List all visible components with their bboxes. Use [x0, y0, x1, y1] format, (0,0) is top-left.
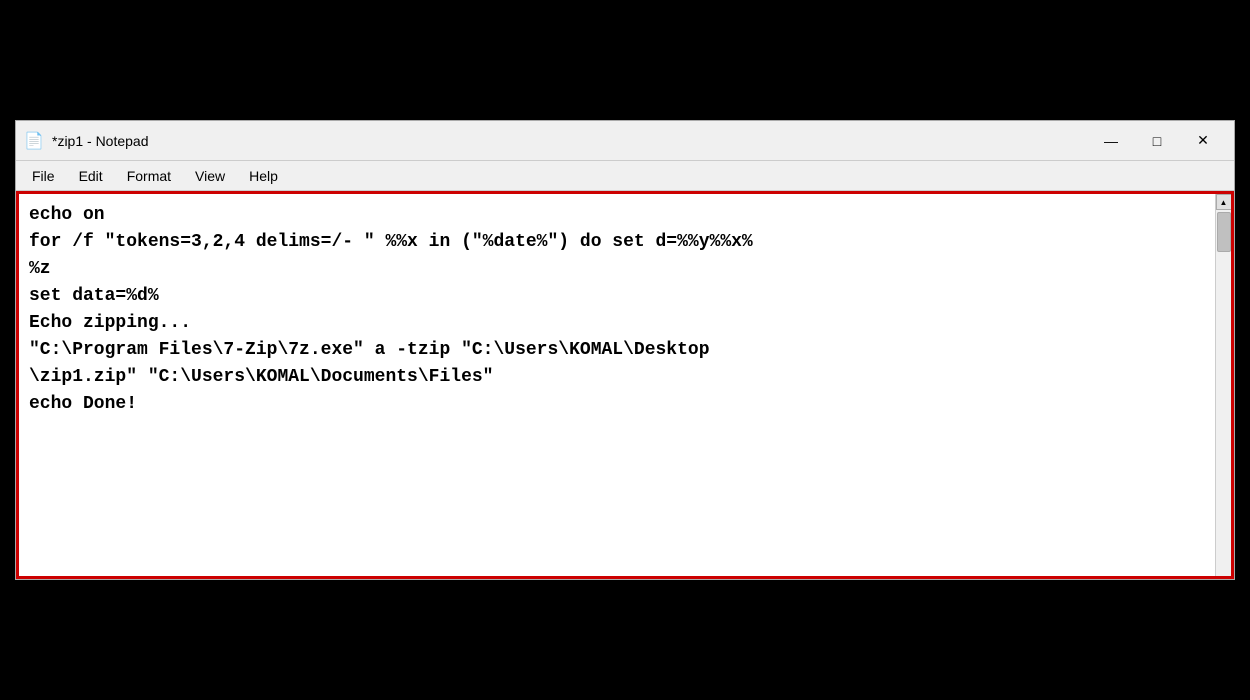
scroll-up-arrow[interactable]: ▲	[1216, 194, 1232, 210]
menu-edit[interactable]: Edit	[67, 161, 115, 190]
app-icon: 📄	[24, 131, 44, 151]
title-bar: 📄 *zip1 - Notepad — □ ✕	[16, 121, 1234, 161]
menu-bar: File Edit Format View Help	[16, 161, 1234, 191]
menu-file[interactable]: File	[20, 161, 67, 190]
notepad-window: 📄 *zip1 - Notepad — □ ✕ File Edit Format…	[15, 120, 1235, 580]
vertical-scrollbar[interactable]: ▲	[1215, 194, 1231, 576]
scrollbar-thumb[interactable]	[1217, 212, 1231, 252]
text-editor[interactable]: echo on for /f "tokens=3,2,4 delims=/- "…	[19, 194, 1215, 576]
menu-format[interactable]: Format	[115, 161, 183, 190]
editor-area: echo on for /f "tokens=3,2,4 delims=/- "…	[16, 191, 1234, 579]
window-title: *zip1 - Notepad	[52, 133, 1088, 149]
menu-view[interactable]: View	[183, 161, 237, 190]
window-controls: — □ ✕	[1088, 125, 1226, 157]
minimize-button[interactable]: —	[1088, 125, 1134, 157]
menu-help[interactable]: Help	[237, 161, 290, 190]
maximize-button[interactable]: □	[1134, 125, 1180, 157]
close-button[interactable]: ✕	[1180, 125, 1226, 157]
